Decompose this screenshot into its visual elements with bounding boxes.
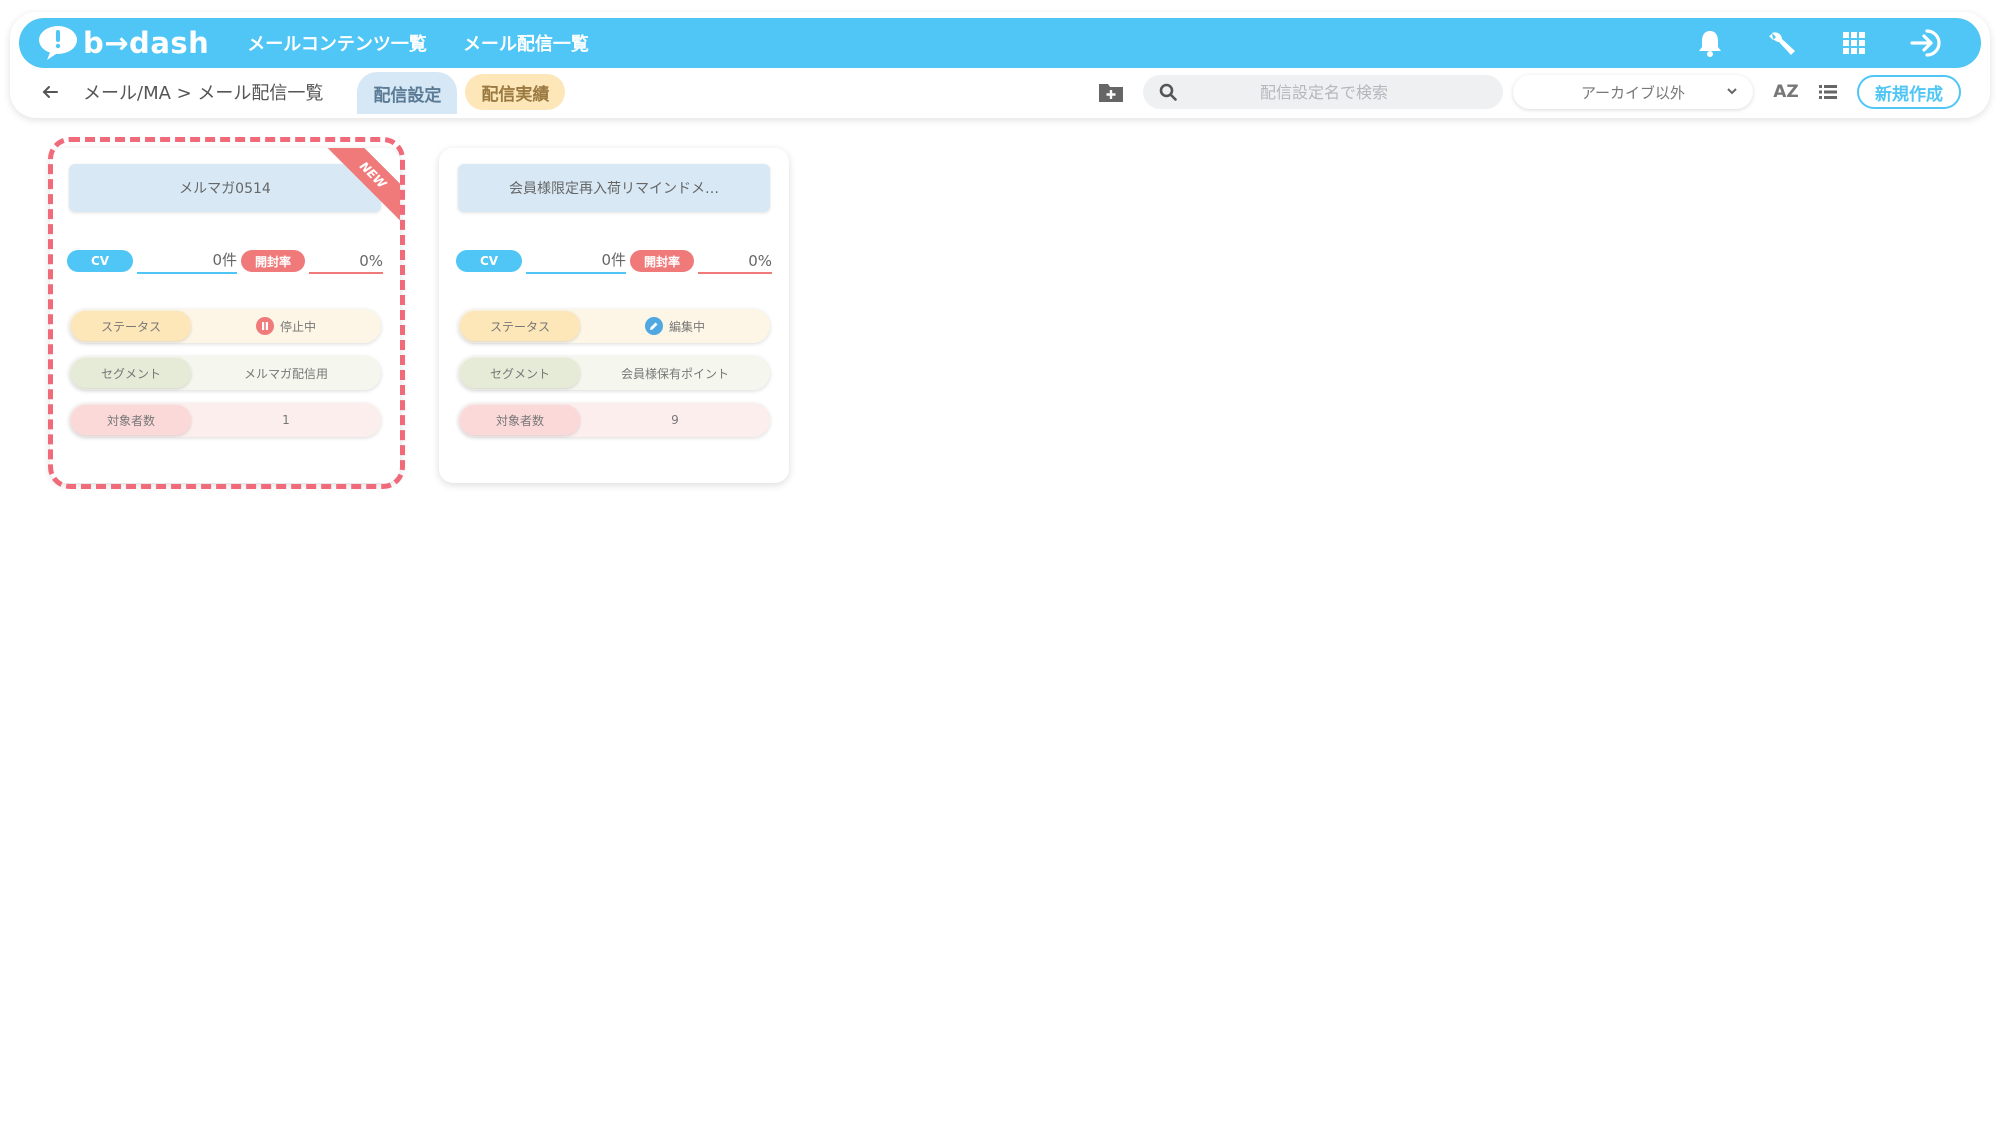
folder-add-icon[interactable]	[1095, 76, 1127, 108]
card-metrics: CV 0件 開封率 0%	[67, 248, 383, 274]
cv-value: 0件	[137, 248, 237, 274]
search-input[interactable]	[1185, 75, 1503, 109]
target-count-label: 対象者数	[71, 405, 191, 435]
status-row: ステータス 編集中	[458, 309, 770, 343]
target-count-value: 1	[282, 413, 290, 427]
sort-az-icon[interactable]: AZ	[1771, 77, 1801, 107]
status-label: ステータス	[71, 311, 191, 341]
cv-label: CV	[67, 250, 133, 272]
archive-filter-value: アーカイブ以外	[1580, 83, 1686, 102]
target-count-row: 対象者数 9	[458, 403, 770, 437]
nav-mail-contents[interactable]: メールコンテンツ一覧	[247, 30, 427, 56]
target-count-value: 9	[671, 413, 679, 427]
status-value: 停止中	[279, 319, 316, 334]
target-count-label: 対象者数	[460, 405, 580, 435]
cv-value: 0件	[526, 248, 626, 274]
open-rate-label: 開封率	[630, 250, 694, 272]
chevron-down-icon	[1727, 88, 1737, 95]
top-icons	[1693, 26, 1943, 60]
segment-value: メルマガ配信用	[243, 366, 328, 381]
wrench-icon[interactable]	[1765, 26, 1799, 60]
logo[interactable]: b→dash	[37, 24, 209, 62]
apps-grid-icon[interactable]	[1837, 26, 1871, 60]
delivery-card[interactable]: メルマガ0514 NEW CV 0件 開封率 0% ステータス 停止中 セグメン…	[50, 148, 400, 483]
target-count-row: 対象者数 1	[69, 403, 381, 437]
tabs: 配信設定 配信実績	[357, 70, 566, 114]
archive-filter-select[interactable]: アーカイブ以外	[1513, 75, 1753, 109]
card-metrics: CV 0件 開封率 0%	[456, 248, 772, 274]
card-title: 会員様限定再入荷リマインドメ…	[458, 164, 770, 212]
status-value-wrap: 停止中	[191, 317, 381, 335]
segment-label: セグメント	[460, 358, 580, 388]
tab-delivery-results[interactable]: 配信実績	[465, 74, 566, 110]
bell-icon[interactable]	[1693, 26, 1727, 60]
pause-icon	[255, 317, 274, 335]
back-arrow-icon[interactable]	[35, 77, 65, 107]
logout-icon[interactable]	[1909, 26, 1943, 60]
segment-value: 会員様保有ポイント	[620, 366, 729, 381]
logo-bubble-icon	[37, 24, 79, 62]
status-value: 編集中	[668, 319, 705, 334]
search-icon	[1151, 75, 1185, 109]
top-bar: b→dash メールコンテンツ一覧 メール配信一覧	[19, 18, 1981, 68]
segment-row: セグメント メルマガ配信用	[69, 356, 381, 390]
segment-label: セグメント	[71, 358, 191, 388]
nav-mail-delivery[interactable]: メール配信一覧	[463, 30, 589, 56]
pencil-icon	[644, 317, 663, 335]
list-view-icon[interactable]	[1813, 77, 1843, 107]
status-row: ステータス 停止中	[69, 309, 381, 343]
open-rate-value: 0%	[309, 248, 383, 274]
sub-bar: メール/MA > メール配信一覧 配信設定 配信実績 アーカイブ以外	[19, 70, 1981, 114]
open-rate-value: 0%	[698, 248, 772, 274]
cv-label: CV	[456, 250, 522, 272]
logo-text: b→dash	[83, 26, 210, 60]
card-title: メルマガ0514	[69, 164, 381, 212]
search-box	[1143, 75, 1503, 109]
tab-delivery-settings[interactable]: 配信設定	[357, 72, 458, 114]
new-create-button[interactable]: 新規作成	[1857, 75, 1961, 109]
sort-az-label: AZ	[1773, 82, 1799, 102]
status-value-wrap: 編集中	[580, 317, 770, 335]
segment-row: セグメント 会員様保有ポイント	[458, 356, 770, 390]
toolbar-right: アーカイブ以外 AZ 新規作成	[1095, 75, 1981, 109]
open-rate-label: 開封率	[241, 250, 305, 272]
top-nav: メールコンテンツ一覧 メール配信一覧	[247, 30, 589, 56]
breadcrumb: メール/MA > メール配信一覧	[83, 83, 324, 104]
status-label: ステータス	[460, 311, 580, 341]
delivery-card[interactable]: 会員様限定再入荷リマインドメ… CV 0件 開封率 0% ステータス 編集中 セ…	[439, 148, 789, 483]
